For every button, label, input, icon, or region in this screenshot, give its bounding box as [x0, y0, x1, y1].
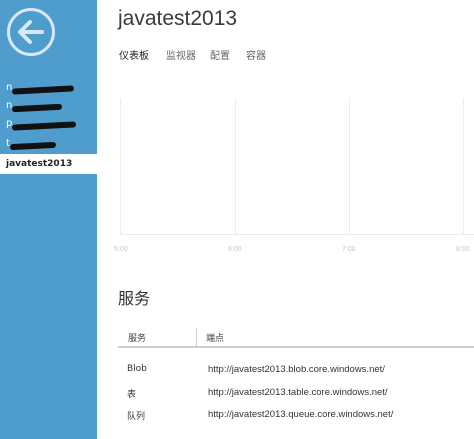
service-name: Blob — [127, 364, 147, 374]
redaction-mark — [11, 121, 77, 131]
services-heading: 服务 — [118, 289, 151, 308]
sidebar: n n p t javatest2013 — [0, 0, 97, 439]
redaction-mark — [11, 85, 75, 95]
column-header-service[interactable]: 服务 — [128, 331, 146, 344]
x-tick-label: 8:00 — [456, 246, 470, 253]
metrics-chart — [120, 98, 474, 235]
column-divider — [196, 328, 197, 346]
sidebar-item-label: javatest2013 — [6, 159, 73, 169]
service-name: 队列 — [127, 412, 146, 422]
redaction-mark — [9, 141, 57, 151]
service-endpoint: http://javatest2013.queue.core.windows.n… — [208, 409, 394, 420]
sidebar-item-storage-3[interactable]: p — [0, 118, 97, 138]
sidebar-item-storage-1[interactable]: n — [0, 82, 97, 102]
page-title: javatest2013 — [118, 7, 238, 30]
table-row[interactable]: 队列 http://javatest2013.queue.core.window… — [118, 405, 474, 425]
x-tick-label: 6:00 — [228, 246, 242, 253]
tab-dashboard[interactable]: 仪表板 — [119, 47, 149, 62]
back-button[interactable] — [7, 8, 55, 56]
chart-gridline — [235, 98, 236, 234]
tab-monitor[interactable]: 监视器 — [166, 47, 196, 62]
column-header-endpoint[interactable]: 端点 — [206, 331, 224, 344]
table-row[interactable]: Blob http://javatest2013.blob.core.windo… — [118, 360, 474, 380]
sidebar-item-javatest2013[interactable]: javatest2013 — [0, 154, 97, 174]
service-name: 表 — [127, 390, 137, 400]
table-row[interactable]: 表 http://javatest2013.table.core.windows… — [118, 383, 474, 403]
x-tick-label: 5:00 — [114, 246, 128, 253]
chart-gridline — [349, 98, 350, 234]
arrow-left-icon — [18, 20, 44, 44]
tab-configure[interactable]: 配置 — [210, 47, 230, 62]
x-tick-label: 7:00 — [342, 246, 356, 253]
chart-gridline — [463, 98, 464, 234]
redaction-mark — [11, 103, 63, 113]
service-endpoint: http://javatest2013.blob.core.windows.ne… — [208, 364, 385, 375]
sidebar-item-storage-2[interactable]: n — [0, 100, 97, 120]
tab-containers[interactable]: 容器 — [246, 47, 266, 62]
services-table-header: 服务 端点 — [118, 326, 474, 348]
service-endpoint: http://javatest2013.table.core.windows.n… — [208, 387, 388, 398]
